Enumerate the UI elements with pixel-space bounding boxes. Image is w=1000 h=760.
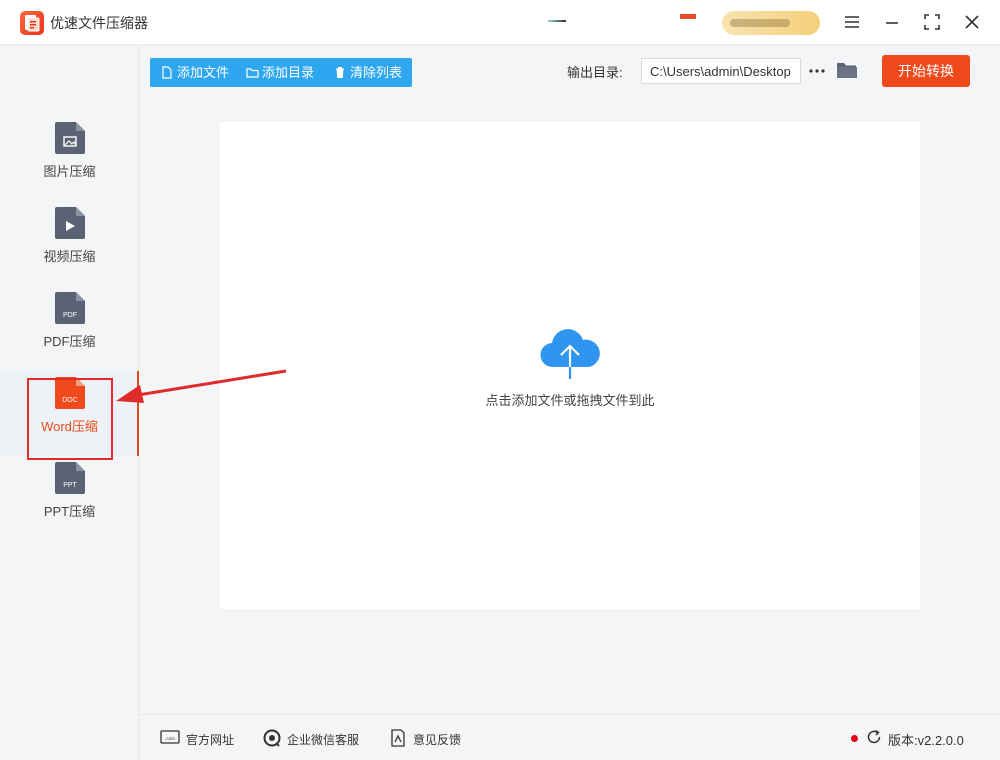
refresh-icon[interactable] xyxy=(865,728,883,746)
output-dir-label: 输出目录: xyxy=(567,65,623,80)
drop-hint-text: 点击添加文件或拖拽文件到此 xyxy=(485,393,655,408)
add-folder-label: 添加目录 xyxy=(262,65,315,80)
status-dot xyxy=(851,735,858,742)
open-folder-button[interactable] xyxy=(836,60,860,82)
sidebar-item-label: 图片压缩 xyxy=(43,164,96,179)
video-file-icon xyxy=(55,207,85,239)
feedback-label: 意见反馈 xyxy=(413,733,462,747)
file-toolbar: 添加文件 添加目录 清除列表 xyxy=(150,58,412,87)
add-file-button[interactable]: 添加文件 xyxy=(161,58,241,87)
account-pill-button[interactable] xyxy=(722,11,820,35)
version-label: 版本:v2.2.0.0 xyxy=(888,733,964,748)
add-folder-button[interactable]: 添加目录 xyxy=(246,58,326,87)
browse-more-button[interactable] xyxy=(807,60,827,80)
folder-open-icon xyxy=(837,63,857,78)
website-label: 官方网址 xyxy=(186,733,235,747)
sidebar-item-word[interactable]: DOC Word压缩 xyxy=(0,371,139,460)
ppt-file-icon: PPT xyxy=(55,462,85,494)
hamburger-icon xyxy=(845,16,859,28)
clear-list-label: 清除列表 xyxy=(350,65,403,80)
start-convert-button[interactable]: 开始转换 xyxy=(882,55,970,87)
chat-support-icon xyxy=(263,729,281,747)
sidebar-item-image[interactable]: 图片压缩 xyxy=(0,116,139,201)
clear-list-button[interactable]: 清除列表 xyxy=(334,58,410,87)
cloud-upload-icon xyxy=(540,329,600,379)
file-badge-text: PPT xyxy=(63,482,77,489)
maximize-icon xyxy=(924,14,940,30)
folder-icon xyxy=(246,68,259,78)
wechat-support-label: 企业微信客服 xyxy=(287,733,360,747)
active-indicator xyxy=(137,371,139,456)
menu-button[interactable] xyxy=(840,10,864,34)
titlebar-indicator xyxy=(548,20,566,22)
sidebar-item-label: 视频压缩 xyxy=(43,249,96,264)
output-dir-input[interactable] xyxy=(641,58,801,84)
title-bar: 优速文件压缩器 xyxy=(0,0,1000,45)
maximize-button[interactable] xyxy=(920,10,944,34)
file-badge-text: PDF xyxy=(63,312,77,319)
app-title: 优速文件压缩器 xyxy=(50,15,148,31)
sidebar-item-label: PPT压缩 xyxy=(43,504,96,519)
trash-icon xyxy=(336,67,344,78)
feedback-icon xyxy=(391,729,405,747)
close-icon xyxy=(965,15,979,29)
file-icon xyxy=(162,66,172,79)
sidebar-item-pdf[interactable]: PDF PDF压缩 xyxy=(0,286,139,371)
account-pill-content xyxy=(730,19,790,27)
sidebar-item-label: PDF压缩 xyxy=(43,334,96,349)
notification-badge[interactable] xyxy=(680,14,696,19)
footer-bar: .com 官方网址 企业微信客服 意见反馈 版本:v2.2.0.0 xyxy=(140,714,1000,760)
app-logo-icon xyxy=(20,11,44,35)
more-dots-icon xyxy=(809,69,825,73)
minimize-button[interactable] xyxy=(880,10,904,34)
annotation-highlight-box xyxy=(27,378,113,460)
sidebar-item-ppt[interactable]: PPT PPT压缩 xyxy=(0,456,139,541)
website-icon: .com xyxy=(160,730,180,744)
sidebar: 图片压缩 视频压缩 PDF PDF压缩 DOC Word压缩 PPT PPT压缩 xyxy=(0,46,139,760)
sidebar-item-video[interactable]: 视频压缩 xyxy=(0,201,139,286)
image-file-icon xyxy=(55,122,85,154)
minimize-icon xyxy=(886,22,898,24)
file-drop-zone[interactable]: 点击添加文件或拖拽文件到此 xyxy=(220,122,920,609)
close-button[interactable] xyxy=(960,10,984,34)
svg-text:.com: .com xyxy=(165,736,175,741)
add-file-label: 添加文件 xyxy=(177,65,230,80)
pdf-file-icon: PDF xyxy=(55,292,85,324)
